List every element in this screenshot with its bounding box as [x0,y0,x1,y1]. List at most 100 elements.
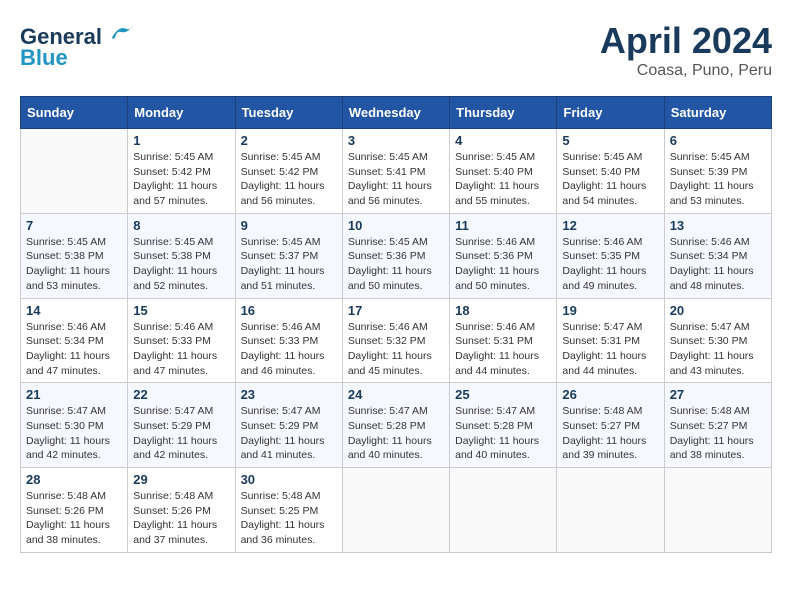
day-info: Sunrise: 5:47 AMSunset: 5:30 PMDaylight:… [670,320,766,379]
day-info: Sunrise: 5:48 AMSunset: 5:25 PMDaylight:… [241,489,337,548]
calendar-cell: 25 Sunrise: 5:47 AMSunset: 5:28 PMDayligh… [450,383,557,468]
day-info: Sunrise: 5:45 AMSunset: 5:38 PMDaylight:… [133,235,229,294]
calendar-cell: 16 Sunrise: 5:46 AMSunset: 5:33 PMDayligh… [235,298,342,383]
calendar-cell [557,468,664,553]
day-info: Sunrise: 5:47 AMSunset: 5:28 PMDaylight:… [348,404,444,463]
calendar-cell [664,468,771,553]
day-number: 3 [348,133,444,148]
day-info: Sunrise: 5:46 AMSunset: 5:36 PMDaylight:… [455,235,551,294]
day-info: Sunrise: 5:47 AMSunset: 5:31 PMDaylight:… [562,320,658,379]
calendar-cell: 26 Sunrise: 5:48 AMSunset: 5:27 PMDayligh… [557,383,664,468]
calendar-header-row: SundayMondayTuesdayWednesdayThursdayFrid… [21,97,772,129]
day-number: 13 [670,218,766,233]
calendar-cell: 27 Sunrise: 5:48 AMSunset: 5:27 PMDayligh… [664,383,771,468]
day-number: 25 [455,387,551,402]
calendar-cell: 2 Sunrise: 5:45 AMSunset: 5:42 PMDaylight… [235,129,342,214]
calendar-cell: 1 Sunrise: 5:45 AMSunset: 5:42 PMDaylight… [128,129,235,214]
day-number: 26 [562,387,658,402]
day-number: 14 [26,303,122,318]
day-info: Sunrise: 5:45 AMSunset: 5:37 PMDaylight:… [241,235,337,294]
day-number: 22 [133,387,229,402]
calendar-cell: 12 Sunrise: 5:46 AMSunset: 5:35 PMDayligh… [557,213,664,298]
day-info: Sunrise: 5:46 AMSunset: 5:34 PMDaylight:… [26,320,122,379]
day-number: 1 [133,133,229,148]
day-info: Sunrise: 5:46 AMSunset: 5:31 PMDaylight:… [455,320,551,379]
calendar-cell: 22 Sunrise: 5:47 AMSunset: 5:29 PMDayligh… [128,383,235,468]
day-info: Sunrise: 5:48 AMSunset: 5:27 PMDaylight:… [670,404,766,463]
day-number: 17 [348,303,444,318]
day-of-week-header: Wednesday [342,97,449,129]
day-info: Sunrise: 5:46 AMSunset: 5:33 PMDaylight:… [241,320,337,379]
day-info: Sunrise: 5:47 AMSunset: 5:29 PMDaylight:… [241,404,337,463]
calendar-cell [21,129,128,214]
logo: General Blue [20,20,134,71]
calendar-week-row: 7 Sunrise: 5:45 AMSunset: 5:38 PMDaylight… [21,213,772,298]
day-info: Sunrise: 5:48 AMSunset: 5:26 PMDaylight:… [26,489,122,548]
calendar-cell: 15 Sunrise: 5:46 AMSunset: 5:33 PMDayligh… [128,298,235,383]
day-of-week-header: Tuesday [235,97,342,129]
day-info: Sunrise: 5:46 AMSunset: 5:35 PMDaylight:… [562,235,658,294]
calendar-cell: 19 Sunrise: 5:47 AMSunset: 5:31 PMDayligh… [557,298,664,383]
day-info: Sunrise: 5:46 AMSunset: 5:32 PMDaylight:… [348,320,444,379]
day-info: Sunrise: 5:45 AMSunset: 5:41 PMDaylight:… [348,150,444,209]
calendar-cell: 14 Sunrise: 5:46 AMSunset: 5:34 PMDayligh… [21,298,128,383]
calendar-cell: 3 Sunrise: 5:45 AMSunset: 5:41 PMDaylight… [342,129,449,214]
day-number: 7 [26,218,122,233]
day-number: 27 [670,387,766,402]
day-number: 19 [562,303,658,318]
calendar-cell: 23 Sunrise: 5:47 AMSunset: 5:29 PMDayligh… [235,383,342,468]
day-info: Sunrise: 5:47 AMSunset: 5:29 PMDaylight:… [133,404,229,463]
calendar-cell: 28Sunrise: 5:48 AMSunset: 5:26 PMDayligh… [21,468,128,553]
day-number: 23 [241,387,337,402]
calendar-cell: 18 Sunrise: 5:46 AMSunset: 5:31 PMDayligh… [450,298,557,383]
day-number: 6 [670,133,766,148]
day-info: Sunrise: 5:47 AMSunset: 5:30 PMDaylight:… [26,404,122,463]
day-info: Sunrise: 5:45 AMSunset: 5:42 PMDaylight:… [241,150,337,209]
day-info: Sunrise: 5:45 AMSunset: 5:36 PMDaylight:… [348,235,444,294]
day-info: Sunrise: 5:47 AMSunset: 5:28 PMDaylight:… [455,404,551,463]
day-of-week-header: Thursday [450,97,557,129]
calendar-cell: 8 Sunrise: 5:45 AMSunset: 5:38 PMDaylight… [128,213,235,298]
month-title: April 2024 [600,20,772,62]
calendar-cell: 30 Sunrise: 5:48 AMSunset: 5:25 PMDayligh… [235,468,342,553]
day-number: 8 [133,218,229,233]
location: Coasa, Puno, Peru [600,62,772,80]
day-number: 24 [348,387,444,402]
header: General Blue April 2024 Coasa, Puno, Per… [20,20,772,80]
day-info: Sunrise: 5:48 AMSunset: 5:27 PMDaylight:… [562,404,658,463]
day-number: 12 [562,218,658,233]
calendar-cell: 6 Sunrise: 5:45 AMSunset: 5:39 PMDaylight… [664,129,771,214]
day-info: Sunrise: 5:48 AMSunset: 5:26 PMDaylight:… [133,489,229,548]
calendar-cell: 4Sunrise: 5:45 AMSunset: 5:40 PMDaylight… [450,129,557,214]
calendar-week-row: 21 Sunrise: 5:47 AMSunset: 5:30 PMDayligh… [21,383,772,468]
calendar-cell [450,468,557,553]
day-number: 15 [133,303,229,318]
day-number: 5 [562,133,658,148]
calendar-cell: 5 Sunrise: 5:45 AMSunset: 5:40 PMDaylight… [557,129,664,214]
day-number: 18 [455,303,551,318]
calendar-cell: 7Sunrise: 5:45 AMSunset: 5:38 PMDaylight… [21,213,128,298]
day-info: Sunrise: 5:45 AMSunset: 5:39 PMDaylight:… [670,150,766,209]
calendar-cell: 29Sunrise: 5:48 AMSunset: 5:26 PMDayligh… [128,468,235,553]
calendar-cell: 9Sunrise: 5:45 AMSunset: 5:37 PMDaylight… [235,213,342,298]
day-number: 30 [241,472,337,487]
calendar-cell: 10Sunrise: 5:45 AMSunset: 5:36 PMDayligh… [342,213,449,298]
day-of-week-header: Sunday [21,97,128,129]
day-of-week-header: Monday [128,97,235,129]
day-info: Sunrise: 5:45 AMSunset: 5:40 PMDaylight:… [562,150,658,209]
calendar-cell [342,468,449,553]
calendar-cell: 11Sunrise: 5:46 AMSunset: 5:36 PMDayligh… [450,213,557,298]
day-of-week-header: Saturday [664,97,771,129]
day-number: 21 [26,387,122,402]
day-number: 2 [241,133,337,148]
calendar-cell: 17 Sunrise: 5:46 AMSunset: 5:32 PMDayligh… [342,298,449,383]
calendar-week-row: 28Sunrise: 5:48 AMSunset: 5:26 PMDayligh… [21,468,772,553]
calendar-cell: 13Sunrise: 5:46 AMSunset: 5:34 PMDayligh… [664,213,771,298]
day-info: Sunrise: 5:45 AMSunset: 5:42 PMDaylight:… [133,150,229,209]
calendar-week-row: 1 Sunrise: 5:45 AMSunset: 5:42 PMDaylight… [21,129,772,214]
title-area: April 2024 Coasa, Puno, Peru [600,20,772,80]
logo-bird-icon [110,20,134,44]
day-number: 16 [241,303,337,318]
day-info: Sunrise: 5:46 AMSunset: 5:33 PMDaylight:… [133,320,229,379]
day-info: Sunrise: 5:45 AMSunset: 5:40 PMDaylight:… [455,150,551,209]
